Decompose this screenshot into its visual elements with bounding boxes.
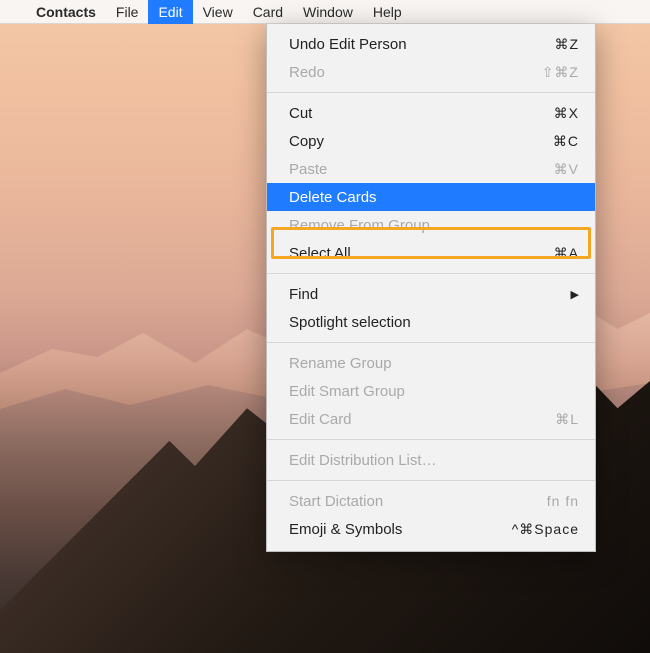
menu-item-label: Paste [289, 161, 327, 178]
menu-item-select-all[interactable]: Select All ⌘A [267, 239, 595, 267]
menu-item-emoji-symbols[interactable]: Emoji & Symbols ^⌘Space [267, 515, 595, 543]
menu-item-shortcut: fn fn [547, 493, 579, 509]
menu-item-shortcut: ⌘L [555, 411, 579, 428]
menu-item-label: Remove From Group [289, 217, 430, 234]
menu-item-remove-from-group: Remove From Group [267, 211, 595, 239]
menu-item-edit-card: Edit Card ⌘L [267, 405, 595, 433]
menu-item-label: Edit Distribution List… [289, 452, 437, 469]
menu-item-paste: Paste ⌘V [267, 155, 595, 183]
menu-item-label: Delete Cards [289, 189, 377, 206]
menu-item-shortcut: ⌘Z [554, 36, 579, 53]
menu-item-delete-cards[interactable]: Delete Cards [267, 183, 595, 211]
menu-separator [267, 439, 595, 440]
menu-item-label: Rename Group [289, 355, 392, 372]
menu-item-label: Emoji & Symbols [289, 521, 402, 538]
menu-item-label: Redo [289, 64, 325, 81]
menubar-item-view[interactable]: View [193, 0, 243, 24]
menu-item-label: Start Dictation [289, 493, 383, 510]
menu-separator [267, 92, 595, 93]
menu-item-spotlight-selection[interactable]: Spotlight selection [267, 308, 595, 336]
menu-item-label: Spotlight selection [289, 314, 411, 331]
menu-item-label: Cut [289, 105, 312, 122]
menubar-item-edit[interactable]: Edit [148, 0, 192, 24]
menubar-item-card[interactable]: Card [243, 0, 293, 24]
menu-item-label: Select All [289, 245, 351, 262]
menu-separator [267, 342, 595, 343]
menu-item-label: Edit Smart Group [289, 383, 405, 400]
menu-item-undo[interactable]: Undo Edit Person ⌘Z [267, 30, 595, 58]
menu-item-shortcut: ⌘A [554, 245, 579, 262]
menu-item-redo: Redo ⇧⌘Z [267, 58, 595, 86]
submenu-arrow-icon: ▶ [571, 288, 579, 301]
menu-item-label: Undo Edit Person [289, 36, 407, 53]
menu-item-edit-distribution-list: Edit Distribution List… [267, 446, 595, 474]
menu-item-rename-group: Rename Group [267, 349, 595, 377]
menu-item-label: Copy [289, 133, 324, 150]
menu-item-shortcut: ⌘C [553, 133, 579, 150]
menu-item-cut[interactable]: Cut ⌘X [267, 99, 595, 127]
menu-item-start-dictation: Start Dictation fn fn [267, 487, 595, 515]
menubar-item-help[interactable]: Help [363, 0, 412, 24]
menu-item-shortcut: ^⌘Space [512, 521, 579, 538]
menu-item-find[interactable]: Find ▶ [267, 280, 595, 308]
menu-item-shortcut: ⇧⌘Z [542, 64, 579, 81]
menubar-app-name[interactable]: Contacts [26, 0, 106, 24]
menu-item-label: Find [289, 286, 318, 303]
menu-item-label: Edit Card [289, 411, 352, 428]
menubar-item-file[interactable]: File [106, 0, 149, 24]
menubar: Contacts File Edit View Card Window Help [0, 0, 650, 24]
menubar-item-window[interactable]: Window [293, 0, 363, 24]
menu-separator [267, 480, 595, 481]
menu-item-shortcut: ⌘V [554, 161, 579, 178]
menu-separator [267, 273, 595, 274]
edit-menu-dropdown: Undo Edit Person ⌘Z Redo ⇧⌘Z Cut ⌘X Copy… [266, 24, 596, 552]
menu-item-copy[interactable]: Copy ⌘C [267, 127, 595, 155]
menu-item-shortcut: ⌘X [554, 105, 579, 122]
menu-item-edit-smart-group: Edit Smart Group [267, 377, 595, 405]
